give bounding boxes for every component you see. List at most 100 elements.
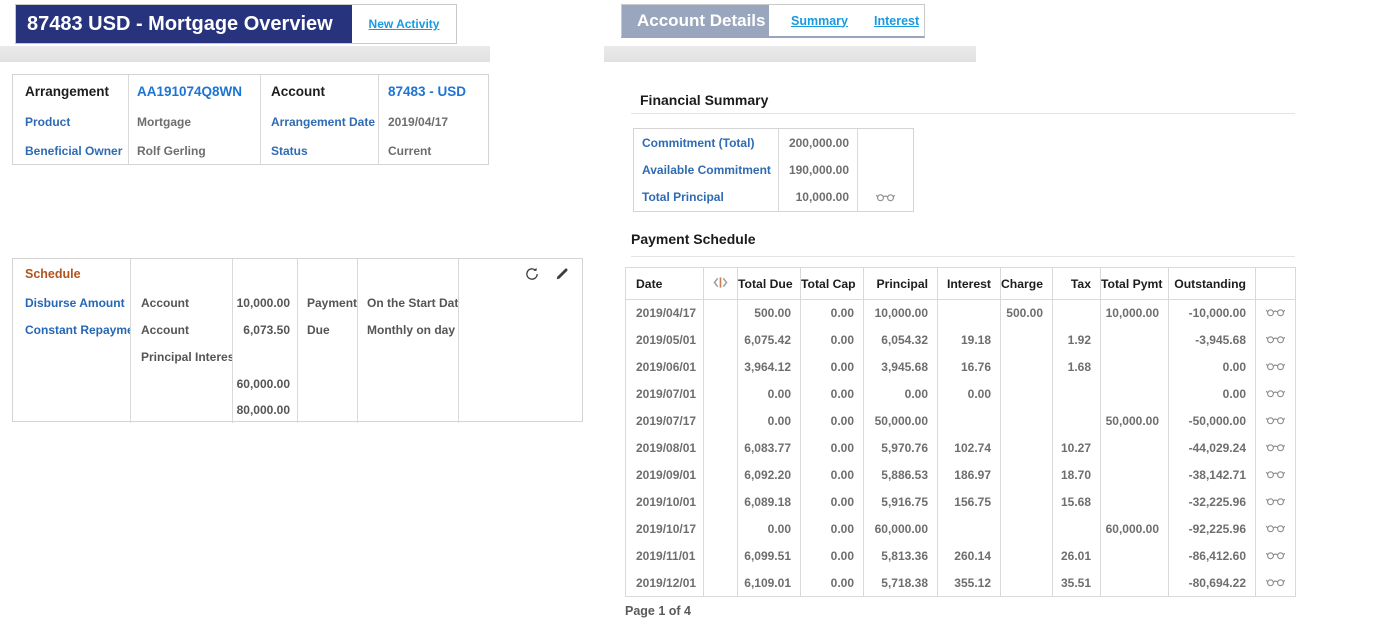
payment-amount bbox=[1101, 381, 1169, 408]
schedule-actions bbox=[459, 259, 582, 289]
eyeglasses-view-icon[interactable] bbox=[1266, 307, 1285, 317]
arrangement-field-value: Current bbox=[379, 137, 488, 164]
eyeglasses-view-icon[interactable] bbox=[1266, 577, 1285, 587]
eyeglasses-view-icon[interactable] bbox=[1266, 361, 1285, 371]
schedule-card-title: Schedule bbox=[13, 259, 131, 289]
new-activity-zone: New Activity bbox=[352, 5, 456, 43]
payment-row: 2019/12/016,109.010.005,718.38355.1235.5… bbox=[626, 570, 1296, 597]
payment-amount: 10,000.00 bbox=[1101, 300, 1169, 327]
schedule-cell-empty bbox=[298, 343, 358, 370]
payment-cell-empty bbox=[704, 300, 738, 327]
payment-amount: 0.00 bbox=[738, 408, 801, 435]
arrangement-field-label: Status bbox=[261, 137, 379, 164]
payment-cell-empty bbox=[704, 489, 738, 516]
schedule-field-value: 6,073.50 bbox=[233, 316, 298, 343]
payment-cell-empty bbox=[704, 354, 738, 381]
payment-amount: 0.00 bbox=[801, 354, 864, 381]
payment-amount bbox=[1001, 462, 1053, 489]
tab-interest-link[interactable]: Interest bbox=[874, 14, 919, 28]
payment-date: 2019/07/17 bbox=[626, 408, 704, 435]
column-header-outstanding: Outstanding bbox=[1169, 268, 1256, 300]
payment-amount: 5,718.38 bbox=[864, 570, 938, 597]
eyeglasses-view-icon[interactable] bbox=[1266, 388, 1285, 398]
schedule-cell-empty bbox=[298, 259, 358, 289]
column-header-tax: Tax bbox=[1053, 268, 1101, 300]
payment-amount: 102.74 bbox=[938, 435, 1001, 462]
payment-schedule-title: Payment Schedule bbox=[631, 231, 756, 247]
eyeglasses-view-icon[interactable] bbox=[1266, 523, 1285, 533]
schedule-activity-link[interactable]: Constant Repayment bbox=[13, 316, 131, 343]
column-header-total-pymt: Total Pymt bbox=[1101, 268, 1169, 300]
financial-field-value: 200,000.00 bbox=[779, 129, 858, 156]
column-resize-header[interactable] bbox=[704, 268, 738, 300]
payment-header-row: DateTotal DueTotal CapPrincipalInterestC… bbox=[626, 268, 1296, 300]
payment-amount: -44,029.24 bbox=[1169, 435, 1256, 462]
schedule-field-value: 80,000.00 bbox=[233, 397, 298, 423]
payment-amount: 1.92 bbox=[1053, 327, 1101, 354]
column-header-charge: Charge bbox=[1001, 268, 1053, 300]
payment-cell-empty bbox=[704, 408, 738, 435]
financial-view-cell bbox=[858, 183, 913, 211]
schedule-cell-empty bbox=[298, 397, 358, 423]
account-number-link[interactable]: 87483 - USD bbox=[379, 75, 488, 107]
payment-row: 2019/04/17500.000.0010,000.00500.0010,00… bbox=[626, 300, 1296, 327]
payment-date: 2019/04/17 bbox=[626, 300, 704, 327]
column-resize-icon[interactable] bbox=[712, 276, 729, 289]
payment-amount: 0.00 bbox=[801, 300, 864, 327]
new-activity-link[interactable]: New Activity bbox=[369, 17, 440, 31]
payment-cell-empty bbox=[704, 516, 738, 543]
payment-amount bbox=[1101, 354, 1169, 381]
eyeglasses-view-icon[interactable] bbox=[1266, 469, 1285, 479]
eyeglasses-view-icon[interactable] bbox=[1266, 550, 1285, 560]
payment-amount bbox=[1101, 435, 1169, 462]
payment-schedule-divider bbox=[631, 256, 1295, 257]
eyeglasses-view-icon[interactable] bbox=[1266, 415, 1285, 425]
payment-amount bbox=[1001, 354, 1053, 381]
schedule-activity-link[interactable]: Disburse Amount bbox=[13, 289, 131, 316]
payment-amount: 0.00 bbox=[801, 516, 864, 543]
eyeglasses-view-icon[interactable] bbox=[1266, 496, 1285, 506]
schedule-cell-empty bbox=[358, 259, 459, 289]
payment-amount: 500.00 bbox=[738, 300, 801, 327]
arrangement-id-link[interactable]: AA191074Q8WN bbox=[129, 75, 261, 107]
payment-amount: 5,916.75 bbox=[864, 489, 938, 516]
payment-amount: -50,000.00 bbox=[1169, 408, 1256, 435]
left-horizontal-scrollbar[interactable] bbox=[0, 46, 490, 62]
financial-field-label: Commitment (Total) bbox=[634, 129, 779, 156]
payment-amount bbox=[1053, 516, 1101, 543]
payment-schedule-table: DateTotal DueTotal CapPrincipalInterestC… bbox=[625, 267, 1296, 597]
payment-row: 2019/05/016,075.420.006,054.3219.181.92-… bbox=[626, 327, 1296, 354]
eyeglasses-view-icon[interactable] bbox=[876, 192, 895, 202]
payment-amount: 3,945.68 bbox=[864, 354, 938, 381]
payment-row: 2019/08/016,083.770.005,970.76102.7410.2… bbox=[626, 435, 1296, 462]
payment-row: 2019/06/013,964.120.003,945.6816.761.680… bbox=[626, 354, 1296, 381]
schedule-field-value: Principal Interest bbox=[131, 343, 233, 370]
refresh-icon[interactable] bbox=[525, 267, 539, 281]
payment-amount: 0.00 bbox=[801, 435, 864, 462]
right-horizontal-scrollbar[interactable] bbox=[604, 46, 976, 62]
eyeglasses-view-icon[interactable] bbox=[1266, 334, 1285, 344]
payment-amount bbox=[1101, 327, 1169, 354]
payment-view-cell bbox=[1256, 408, 1296, 435]
column-header-total-cap: Total Cap bbox=[801, 268, 864, 300]
tab-summary-link[interactable]: Summary bbox=[791, 14, 848, 28]
payment-amount bbox=[1001, 570, 1053, 597]
payment-amount bbox=[1101, 489, 1169, 516]
arrangement-field-value: Rolf Gerling bbox=[129, 137, 261, 164]
payment-amount: 355.12 bbox=[938, 570, 1001, 597]
financial-view-cell bbox=[858, 156, 913, 183]
schedule-cell-empty bbox=[358, 343, 459, 370]
payment-amount: 60,000.00 bbox=[1101, 516, 1169, 543]
arrangement-field-value: 2019/04/17 bbox=[379, 107, 488, 137]
pagination-label: Page 1 of 4 bbox=[625, 604, 691, 618]
payment-amount bbox=[1101, 543, 1169, 570]
eyeglasses-view-icon[interactable] bbox=[1266, 442, 1285, 452]
payment-amount: 0.00 bbox=[738, 516, 801, 543]
payment-amount bbox=[1001, 381, 1053, 408]
edit-pencil-icon[interactable] bbox=[555, 267, 569, 281]
financial-field-value: 190,000.00 bbox=[779, 156, 858, 183]
arrangement-card: ArrangementAA191074Q8WNAccount87483 - US… bbox=[12, 74, 489, 165]
payment-amount: 50,000.00 bbox=[864, 408, 938, 435]
payment-amount bbox=[1101, 462, 1169, 489]
tab-account-details[interactable]: Account Details bbox=[622, 5, 769, 36]
